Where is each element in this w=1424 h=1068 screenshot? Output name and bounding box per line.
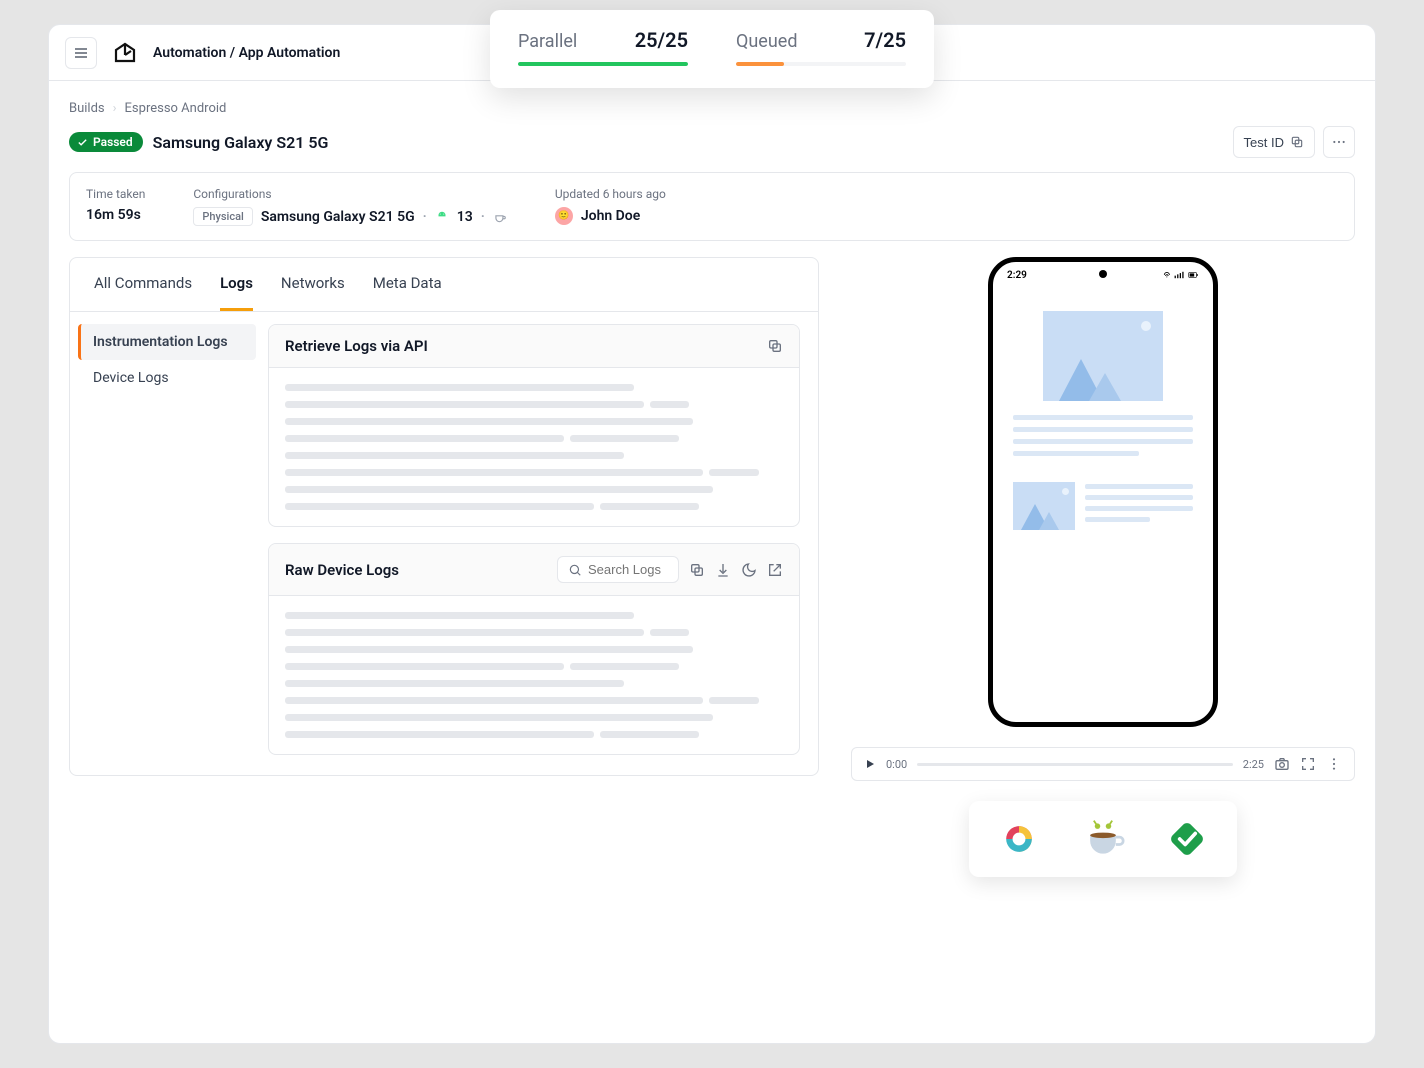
signal-icons <box>1163 270 1199 283</box>
updated-label: Updated 6 hours ago <box>555 187 666 201</box>
parallel-value: 25/25 <box>635 28 688 52</box>
thumb-image-placeholder <box>1013 482 1075 530</box>
menu-button[interactable] <box>65 37 97 69</box>
raw-logs-body <box>269 596 799 754</box>
tab-logs[interactable]: Logs <box>220 258 253 311</box>
test-id-button[interactable]: Test ID <box>1233 126 1315 158</box>
subnav-instrumentation[interactable]: Instrumentation Logs <box>78 324 256 360</box>
moon-icon[interactable] <box>741 562 757 578</box>
device-title: Samsung Galaxy S21 5G <box>153 133 329 152</box>
player-start: 0:00 <box>886 758 907 771</box>
queued-label: Queued <box>736 31 797 52</box>
parallel-label: Parallel <box>518 31 577 52</box>
breadcrumb-root[interactable]: Builds <box>69 101 105 116</box>
camera-icon[interactable] <box>1274 756 1290 772</box>
config-physical-pill: Physical <box>193 207 252 226</box>
espresso-icon <box>493 210 507 224</box>
copy-icon[interactable] <box>767 338 783 354</box>
floating-stats: Parallel 25/25 Queued 7/25 <box>490 10 934 88</box>
player-end: 2:25 <box>1243 758 1264 771</box>
appium-icon <box>997 817 1041 861</box>
user-value: 🙂 John Doe <box>555 207 666 225</box>
search-logs-input[interactable] <box>588 562 668 577</box>
breadcrumb: Builds › Espresso Android <box>69 101 1355 116</box>
player-track[interactable] <box>917 763 1233 766</box>
raw-logs-title: Raw Device Logs <box>285 561 399 579</box>
tab-networks[interactable]: Networks <box>281 258 345 311</box>
download-icon[interactable] <box>715 562 731 578</box>
more-vertical-icon[interactable] <box>1326 756 1342 772</box>
subnav-device-logs[interactable]: Device Logs <box>78 360 256 396</box>
search-logs-box[interactable] <box>557 556 679 583</box>
chevron-right-icon: › <box>113 101 117 116</box>
time-taken-value: 16m 59s <box>86 207 145 223</box>
fullscreen-icon[interactable] <box>1300 756 1316 772</box>
camera-icon <box>1099 270 1107 278</box>
tab-all-commands[interactable]: All Commands <box>94 258 192 311</box>
avatar: 🙂 <box>555 207 573 225</box>
breadcrumb-leaf: Espresso Android <box>125 101 227 116</box>
config-label: Configurations <box>193 187 506 201</box>
time-taken-label: Time taken <box>86 187 145 201</box>
tab-meta-data[interactable]: Meta Data <box>373 258 442 311</box>
app-logo-icon <box>113 41 137 65</box>
config-value: Physical Samsung Galaxy S21 5G · 13 · <box>193 207 506 226</box>
phone-side-button <box>1217 352 1218 396</box>
passed-diamond-icon <box>1165 817 1209 861</box>
play-icon[interactable] <box>864 758 876 770</box>
external-link-icon[interactable] <box>767 562 783 578</box>
search-icon <box>568 563 582 577</box>
queued-value: 7/25 <box>864 28 906 52</box>
framework-icons <box>969 801 1237 877</box>
tabs: All Commands Logs Networks Meta Data <box>70 258 818 312</box>
retrieve-logs-title: Retrieve Logs via API <box>285 337 428 355</box>
raw-device-logs-card: Raw Device Logs <box>268 543 800 755</box>
retrieve-logs-body <box>269 368 799 526</box>
phone-side-button <box>1217 432 1218 502</box>
android-icon <box>435 210 449 224</box>
hero-image-placeholder <box>1043 311 1163 401</box>
more-button[interactable] <box>1323 126 1355 158</box>
page-title: Automation / App Automation <box>153 45 340 61</box>
video-player[interactable]: 0:00 2:25 <box>851 747 1355 781</box>
status-badge: Passed <box>69 132 143 152</box>
log-subnav: Instrumentation Logs Device Logs <box>78 312 268 775</box>
meta-card: Time taken 16m 59s Configurations Physic… <box>69 172 1355 241</box>
device-preview: 2:29 <box>988 257 1218 727</box>
retrieve-logs-card: Retrieve Logs via API <box>268 324 800 527</box>
copy-icon[interactable] <box>689 562 705 578</box>
logs-panel: All Commands Logs Networks Meta Data Ins… <box>69 257 819 776</box>
espresso-icon <box>1081 817 1125 861</box>
